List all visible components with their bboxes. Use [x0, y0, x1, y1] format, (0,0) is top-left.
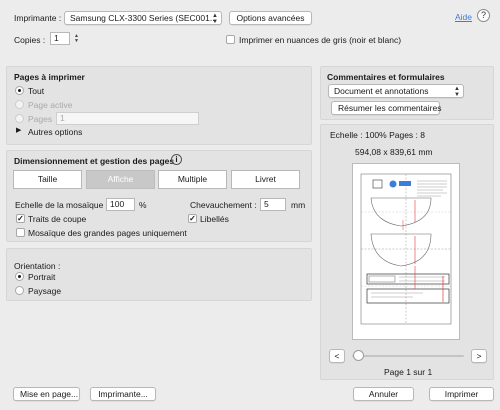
landscape-radio[interactable]: [15, 286, 24, 295]
page-preview-art: [360, 173, 452, 325]
pages-title: Pages à imprimer: [14, 72, 85, 82]
tile-scale-input[interactable]: 100: [106, 198, 135, 211]
portrait-radio[interactable]: [15, 272, 24, 281]
current-page-label: Page active: [28, 100, 73, 110]
page-preview: [352, 163, 460, 340]
all-pages-label: Tout: [28, 86, 45, 96]
tab-multiple[interactable]: Multiple: [158, 170, 227, 189]
page-slider-knob[interactable]: [353, 350, 364, 361]
tab-poster[interactable]: Affiche: [86, 170, 155, 189]
page-setup-button[interactable]: Mise en page...: [13, 387, 80, 401]
printer-select[interactable]: Samsung CLX-3300 Series (SEC001... ▲ ▼: [64, 11, 222, 25]
pages-range-label: Pages: [28, 114, 53, 124]
chevron-updown-icon: ▲ ▼: [454, 86, 460, 98]
all-pages-radio[interactable]: [15, 86, 24, 95]
print-button[interactable]: Imprimer: [429, 387, 494, 401]
info-icon[interactable]: i: [171, 154, 182, 165]
grayscale-label: Imprimer en nuances de gris (noir et bla…: [239, 35, 402, 45]
tile-scale-unit: %: [139, 200, 147, 210]
pages-range-input[interactable]: 1: [56, 112, 199, 125]
orientation-title: Orientation :: [14, 261, 61, 271]
preview-scale-text: Echelle : 100% Pages : 8: [330, 130, 425, 140]
pages-range-radio[interactable]: [15, 114, 24, 123]
large-pages-checkbox[interactable]: [16, 228, 25, 237]
current-page-radio[interactable]: [15, 100, 24, 109]
copies-label: Copies :: [14, 35, 46, 45]
more-options-label[interactable]: Autres options: [28, 127, 82, 137]
overlap-label: Chevauchement :: [190, 200, 257, 210]
page-slider-track[interactable]: [352, 355, 464, 357]
advanced-options-button[interactable]: Options avancées: [229, 11, 312, 25]
help-link[interactable]: Aide: [455, 12, 472, 22]
printer-button[interactable]: Imprimante...: [90, 387, 156, 401]
labels-label: Libellés: [200, 214, 229, 224]
landscape-label: Paysage: [28, 286, 62, 296]
disclosure-triangle-icon[interactable]: ▶: [16, 126, 21, 134]
large-pages-label: Mosaïque des grandes pages uniquement: [28, 228, 187, 238]
overlap-input[interactable]: 5: [260, 198, 286, 211]
summarize-comments-button[interactable]: Résumer les commentaires: [331, 101, 441, 115]
tile-scale-label: Echelle de la mosaïque :: [15, 200, 109, 210]
help-icon[interactable]: ?: [477, 9, 490, 22]
page-indicator: Page 1 sur 1: [384, 367, 433, 377]
cut-marks-label: Traits de coupe: [28, 214, 87, 224]
printer-select-value: Samsung CLX-3300 Series (SEC001...: [70, 13, 217, 23]
overlap-unit: mm: [291, 200, 306, 210]
sizing-title: Dimensionnement et gestion des pages: [14, 156, 175, 166]
next-page-button[interactable]: >: [471, 349, 487, 363]
tab-size[interactable]: Taille: [13, 170, 82, 189]
preview-dimensions-text: 594,08 x 839,61 mm: [355, 147, 433, 157]
comments-title: Commentaires et formulaires: [327, 72, 445, 82]
cancel-button[interactable]: Annuler: [353, 387, 414, 401]
portrait-label: Portrait: [28, 272, 56, 282]
comments-select[interactable]: Document et annotations ▲ ▼: [328, 84, 464, 98]
prev-page-button[interactable]: <: [329, 349, 345, 363]
grayscale-checkbox[interactable]: [226, 35, 235, 44]
comments-select-value: Document et annotations: [334, 86, 429, 96]
labels-checkbox[interactable]: ✓: [188, 214, 197, 223]
cut-marks-checkbox[interactable]: ✓: [16, 214, 25, 223]
copies-stepper[interactable]: ▲ ▼: [73, 33, 80, 45]
tab-booklet[interactable]: Livret: [231, 170, 300, 189]
printer-label: Imprimante :: [14, 13, 62, 23]
chevron-updown-icon: ▲ ▼: [212, 13, 218, 25]
copies-input[interactable]: 1: [50, 32, 70, 45]
